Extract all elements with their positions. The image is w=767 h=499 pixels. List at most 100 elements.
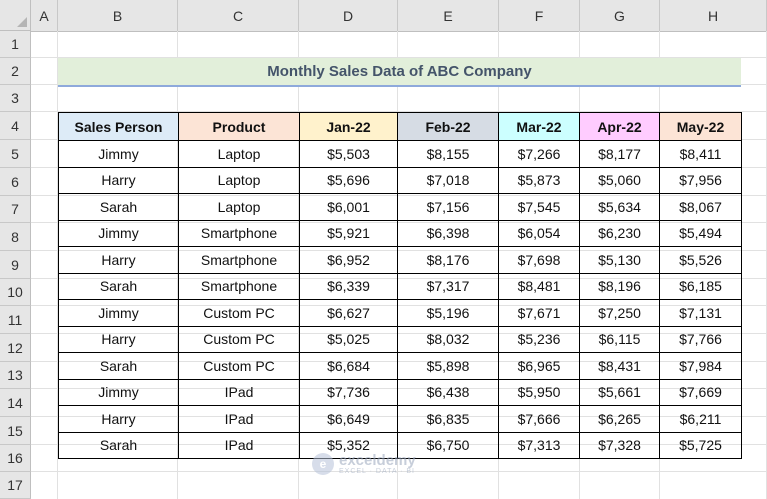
header-cell[interactable]: May-22 (659, 112, 742, 141)
table-cell[interactable]: $7,018 (397, 166, 499, 194)
column-header-b[interactable]: B (58, 0, 178, 31)
row-header-10[interactable]: 10 (0, 279, 31, 306)
table-cell[interactable]: $8,411 (659, 140, 742, 168)
row-header-3[interactable]: 3 (0, 85, 31, 112)
row-header-1[interactable]: 1 (0, 31, 31, 58)
row-header-5[interactable]: 5 (0, 140, 31, 168)
table-cell[interactable]: IPad (178, 431, 300, 459)
row-header-7[interactable]: 7 (0, 196, 31, 223)
table-cell[interactable]: Custom PC (178, 352, 300, 380)
table-cell[interactable]: Jimmy (58, 140, 179, 168)
row-header-9[interactable]: 9 (0, 251, 31, 279)
table-cell[interactable]: Custom PC (178, 325, 300, 353)
table-cell[interactable]: Laptop (178, 140, 300, 168)
table-cell[interactable]: $5,696 (299, 166, 398, 194)
header-cell[interactable]: Apr-22 (579, 112, 660, 141)
table-cell[interactable]: Harry (58, 325, 179, 353)
table-cell[interactable]: Sarah (58, 272, 179, 300)
table-cell[interactable]: $7,328 (579, 431, 660, 459)
table-cell[interactable]: Jimmy (58, 299, 179, 327)
header-cell[interactable]: Jan-22 (299, 112, 398, 141)
table-cell[interactable]: $5,060 (579, 166, 660, 194)
column-header-g[interactable]: G (580, 0, 660, 31)
table-cell[interactable]: Laptop (178, 193, 300, 221)
table-cell[interactable]: $7,156 (397, 193, 499, 221)
table-cell[interactable]: $5,873 (498, 166, 580, 194)
table-cell[interactable]: $6,835 (397, 405, 499, 433)
table-cell[interactable]: Jimmy (58, 378, 179, 406)
table-cell[interactable]: $6,398 (397, 219, 499, 247)
table-cell[interactable]: $5,634 (579, 193, 660, 221)
table-cell[interactable]: $6,211 (659, 405, 742, 433)
table-cell[interactable]: $5,196 (397, 299, 499, 327)
table-cell[interactable]: $8,177 (579, 140, 660, 168)
table-cell[interactable]: $5,130 (579, 246, 660, 274)
table-cell[interactable]: $7,266 (498, 140, 580, 168)
table-cell[interactable]: Harry (58, 246, 179, 274)
header-cell[interactable]: Mar-22 (498, 112, 580, 141)
table-cell[interactable]: $6,339 (299, 272, 398, 300)
column-header-h[interactable]: H (660, 0, 767, 31)
table-cell[interactable]: Sarah (58, 193, 179, 221)
table-cell[interactable]: $6,438 (397, 378, 499, 406)
table-cell[interactable]: Custom PC (178, 299, 300, 327)
table-cell[interactable]: $8,176 (397, 246, 499, 274)
row-header-14[interactable]: 14 (0, 389, 31, 417)
table-cell[interactable]: Harry (58, 166, 179, 194)
table-cell[interactable]: Jimmy (58, 219, 179, 247)
table-cell[interactable]: $6,627 (299, 299, 398, 327)
table-cell[interactable]: Laptop (178, 166, 300, 194)
column-header-d[interactable]: D (299, 0, 398, 31)
table-cell[interactable]: Smartphone (178, 219, 300, 247)
table-cell[interactable]: $7,671 (498, 299, 580, 327)
table-cell[interactable]: $5,494 (659, 219, 742, 247)
table-cell[interactable]: $8,067 (659, 193, 742, 221)
table-cell[interactable]: $7,736 (299, 378, 398, 406)
table-cell[interactable]: Smartphone (178, 272, 300, 300)
row-header-17[interactable]: 17 (0, 472, 31, 499)
table-cell[interactable]: Sarah (58, 431, 179, 459)
table-cell[interactable]: $8,196 (579, 272, 660, 300)
column-header-a[interactable]: A (31, 0, 58, 31)
table-cell[interactable]: $5,526 (659, 246, 742, 274)
table-cell[interactable]: $7,698 (498, 246, 580, 274)
row-header-16[interactable]: 16 (0, 445, 31, 472)
table-cell[interactable]: $5,921 (299, 219, 398, 247)
table-cell[interactable]: IPad (178, 405, 300, 433)
table-cell[interactable]: $6,115 (579, 325, 660, 353)
table-cell[interactable]: $7,131 (659, 299, 742, 327)
table-cell[interactable]: Harry (58, 405, 179, 433)
table-cell[interactable]: $6,230 (579, 219, 660, 247)
table-cell[interactable]: $6,185 (659, 272, 742, 300)
table-cell[interactable]: $6,001 (299, 193, 398, 221)
table-cell[interactable]: $7,250 (579, 299, 660, 327)
row-header-6[interactable]: 6 (0, 168, 31, 196)
table-cell[interactable]: $7,766 (659, 325, 742, 353)
row-header-11[interactable]: 11 (0, 306, 31, 334)
table-cell[interactable]: $6,265 (579, 405, 660, 433)
row-header-8[interactable]: 8 (0, 223, 31, 251)
table-cell[interactable]: $8,155 (397, 140, 499, 168)
table-cell[interactable]: $5,898 (397, 352, 499, 380)
row-header-12[interactable]: 12 (0, 334, 31, 362)
table-cell[interactable]: $7,545 (498, 193, 580, 221)
table-cell[interactable]: Smartphone (178, 246, 300, 274)
table-cell[interactable]: $5,236 (498, 325, 580, 353)
column-header-f[interactable]: F (499, 0, 580, 31)
sheet-title[interactable]: Monthly Sales Data of ABC Company (58, 58, 741, 85)
table-cell[interactable]: $5,661 (579, 378, 660, 406)
table-cell[interactable]: Sarah (58, 352, 179, 380)
table-cell[interactable]: IPad (178, 378, 300, 406)
table-cell[interactable]: $7,669 (659, 378, 742, 406)
table-cell[interactable]: $7,956 (659, 166, 742, 194)
table-cell[interactable]: $6,965 (498, 352, 580, 380)
row-header-4[interactable]: 4 (0, 112, 31, 140)
table-cell[interactable]: $8,032 (397, 325, 499, 353)
table-cell[interactable]: $5,950 (498, 378, 580, 406)
table-cell[interactable]: $7,317 (397, 272, 499, 300)
row-header-15[interactable]: 15 (0, 417, 31, 445)
table-cell[interactable]: $6,054 (498, 219, 580, 247)
table-cell[interactable]: $7,313 (498, 431, 580, 459)
column-header-e[interactable]: E (398, 0, 499, 31)
row-header-2[interactable]: 2 (0, 58, 31, 85)
